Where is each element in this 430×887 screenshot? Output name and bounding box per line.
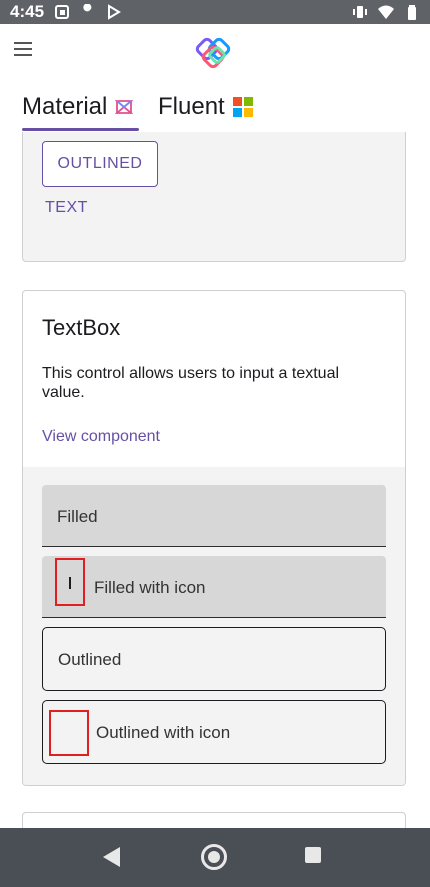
view-component-link[interactable]: View component [42, 428, 160, 446]
filled-with-icon-placeholder: Filled with icon [94, 578, 206, 597]
home-circle-icon[interactable] [201, 844, 227, 870]
outlined-with-icon-placeholder: Outlined with icon [96, 723, 231, 742]
text-button[interactable]: TEXT [45, 199, 88, 221]
card-title: TextBox [42, 315, 121, 340]
text-cursor-icon [55, 558, 85, 606]
vibrate-icon [353, 6, 367, 18]
tab-indicator [22, 128, 139, 131]
status-bar: 4:45 [0, 0, 430, 24]
textbox-demo-area: Filled Filled with icon Outlined Outline… [23, 467, 405, 785]
recents-square-icon[interactable] [305, 847, 321, 863]
outlined-placeholder: Outlined [58, 650, 122, 669]
outlined-with-icon-textbox[interactable]: Outlined with icon [42, 700, 386, 764]
system-nav-bar [0, 828, 430, 887]
filled-placeholder: Filled [57, 507, 98, 526]
next-card [22, 812, 406, 828]
play-store-icon [108, 4, 121, 20]
outlined-textbox[interactable]: Outlined [42, 627, 386, 691]
tab-material-label: Material [22, 93, 108, 120]
battery-icon [408, 5, 416, 20]
hamburger-icon[interactable] [14, 40, 36, 58]
tab-fluent[interactable]: Fluent [158, 92, 253, 122]
tab-fluent-label: Fluent [158, 93, 225, 120]
wifi-icon [378, 5, 394, 19]
card-description: This control allows users to input a tex… [42, 365, 340, 401]
filled-with-icon-textbox[interactable]: Filled with icon [42, 556, 386, 618]
app-header [0, 24, 430, 80]
content-scroll[interactable]: OUTLINED TEXT TextBox This control allow… [0, 132, 430, 828]
buttons-card: OUTLINED TEXT [22, 132, 406, 262]
status-time: 4:45 [10, 2, 45, 21]
field-icon [49, 710, 89, 756]
back-triangle-icon[interactable] [103, 847, 120, 867]
windows-icon [232, 97, 253, 117]
outlined-button[interactable]: OUTLINED [42, 141, 158, 187]
uno-logo-icon [195, 37, 231, 69]
tab-material[interactable]: Material [22, 92, 134, 122]
textbox-card: TextBox This control allows users to inp… [22, 290, 406, 786]
screenshot-icon [55, 5, 70, 19]
material-icon [115, 100, 134, 114]
theme-tabs: Material Fluent [0, 80, 430, 133]
wrench-icon [82, 4, 92, 18]
filled-textbox[interactable]: Filled [42, 485, 386, 547]
